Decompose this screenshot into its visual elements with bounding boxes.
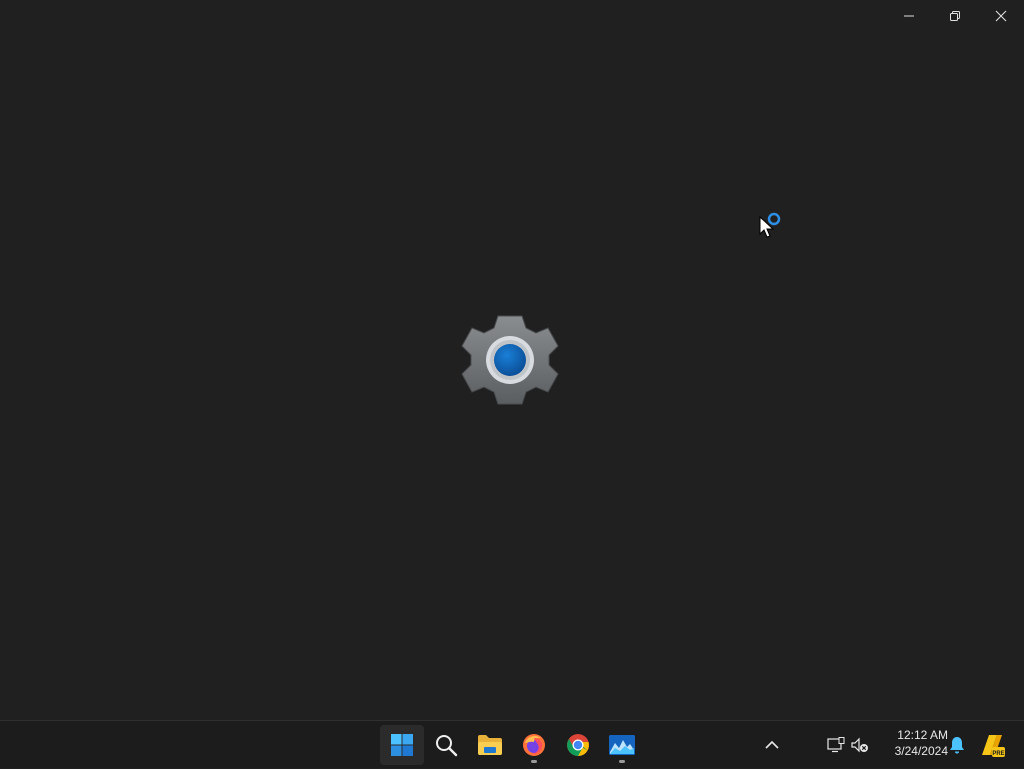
minimize-button[interactable] bbox=[886, 0, 932, 32]
firefox-button[interactable] bbox=[512, 725, 556, 765]
svg-text:PRE: PRE bbox=[992, 751, 1004, 757]
show-hidden-icons-button[interactable] bbox=[760, 733, 784, 757]
search-button[interactable] bbox=[424, 725, 468, 765]
system-tray bbox=[824, 731, 872, 759]
title-bar-controls bbox=[886, 0, 1024, 32]
taskbar: 12:12 AM 3/24/2024 PRE bbox=[0, 720, 1024, 768]
minimize-icon bbox=[904, 15, 914, 17]
network-icon bbox=[827, 737, 845, 753]
volume-button[interactable] bbox=[848, 733, 872, 757]
file-explorer-button[interactable] bbox=[468, 725, 512, 765]
volume-muted-icon bbox=[851, 737, 868, 753]
folder-icon bbox=[478, 735, 502, 755]
firefox-icon bbox=[523, 734, 545, 756]
close-icon bbox=[995, 10, 1007, 22]
copilot-icon[interactable]: PRE bbox=[978, 731, 1006, 759]
clock-time: 12:12 AM bbox=[897, 728, 948, 742]
start-button[interactable] bbox=[380, 725, 424, 765]
running-indicator bbox=[619, 760, 625, 763]
restore-icon bbox=[950, 11, 960, 21]
clock-date: 3/24/2024 bbox=[894, 744, 948, 758]
busy-cursor-icon bbox=[759, 212, 781, 238]
settings-gear-icon bbox=[461, 315, 559, 405]
close-button[interactable] bbox=[978, 0, 1024, 32]
taskbar-pinned-apps bbox=[380, 721, 644, 769]
settings-app-icon bbox=[609, 735, 635, 755]
bell-icon bbox=[950, 737, 964, 754]
clock[interactable]: 12:12 AM 3/24/2024 bbox=[878, 727, 948, 759]
search-icon bbox=[436, 735, 458, 757]
settings-window bbox=[0, 0, 1024, 720]
windows-start-icon bbox=[391, 734, 413, 756]
chrome-button[interactable] bbox=[556, 725, 600, 765]
settings-app-button[interactable] bbox=[600, 725, 644, 765]
restore-button[interactable] bbox=[932, 0, 978, 32]
chevron-up-icon bbox=[765, 740, 779, 749]
running-indicator bbox=[531, 760, 537, 763]
network-button[interactable] bbox=[824, 733, 848, 757]
chrome-icon bbox=[567, 734, 589, 756]
notifications-button[interactable] bbox=[946, 733, 968, 757]
